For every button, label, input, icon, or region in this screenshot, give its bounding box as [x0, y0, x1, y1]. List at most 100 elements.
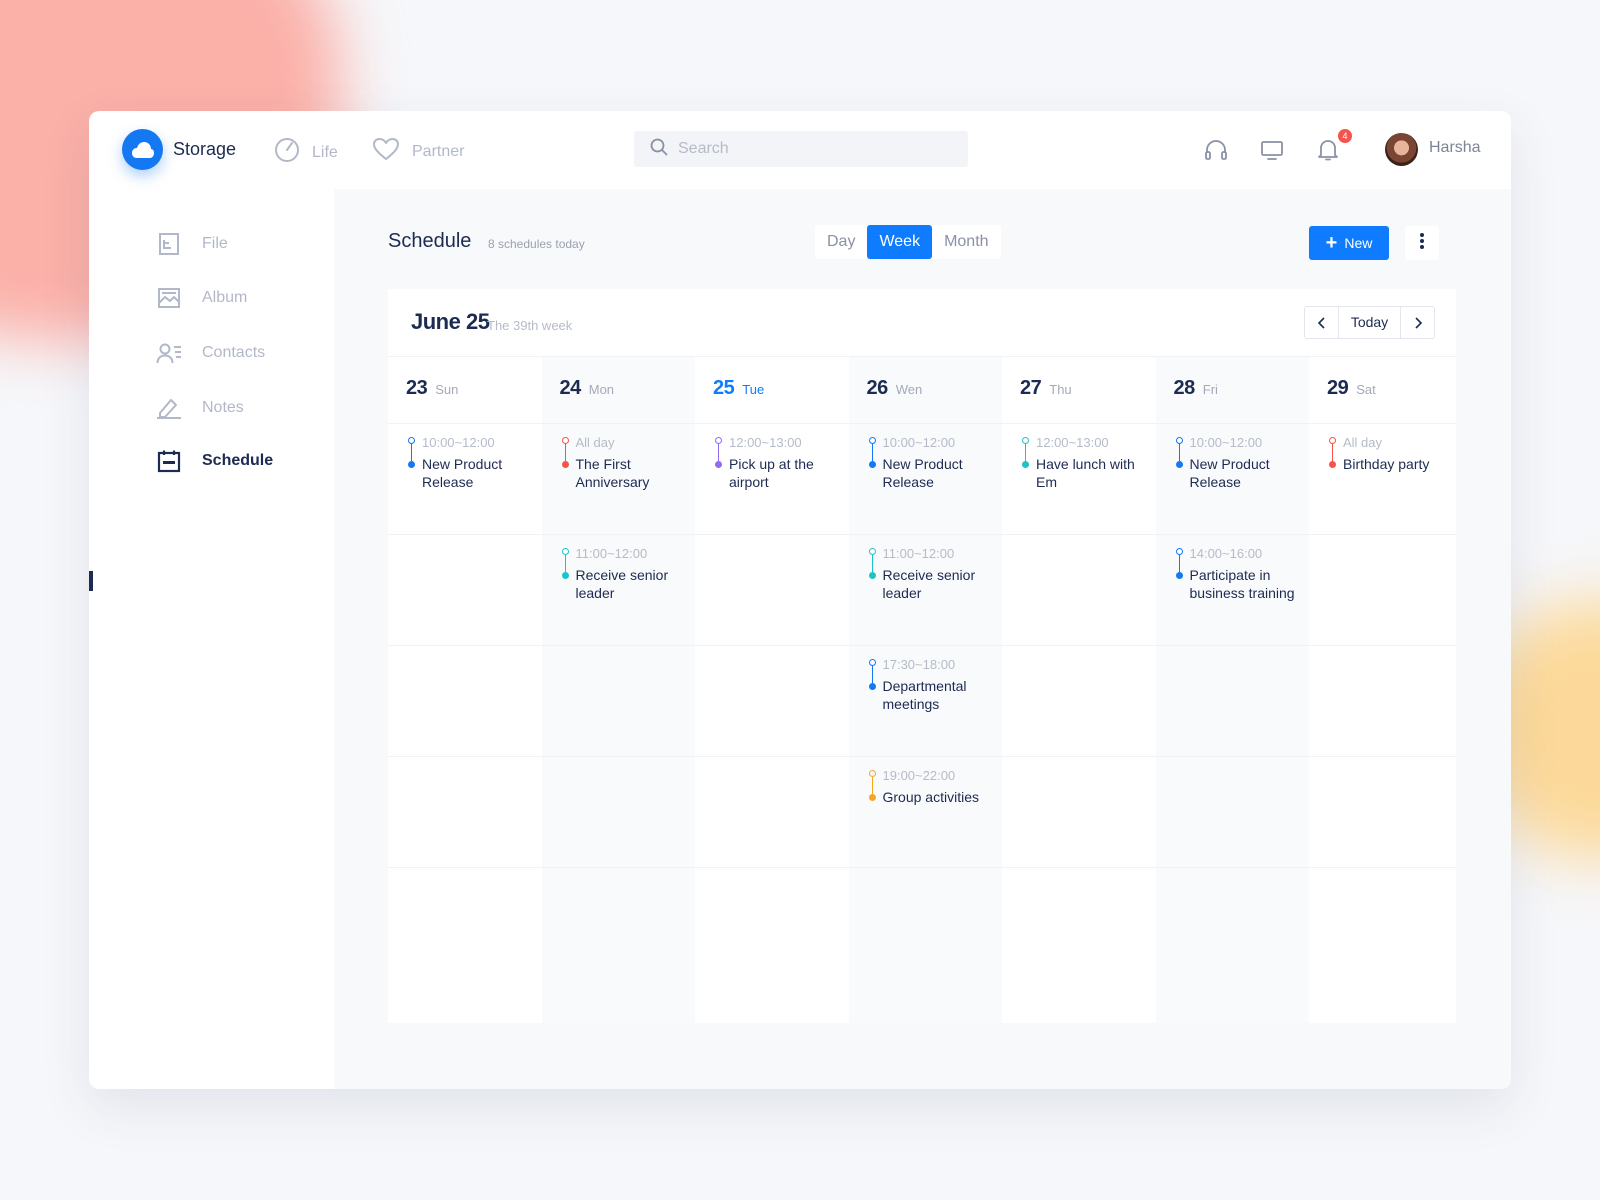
day-header: 24 Mon [560, 377, 615, 400]
event-title: Departmental meetings [882, 678, 967, 712]
chevron-right-icon [1414, 316, 1422, 329]
event-item[interactable]: 12:00~13:00 Pick up at the airport [715, 435, 835, 491]
view-switcher: Day Week Month [815, 225, 1001, 259]
more-vertical-icon [1419, 232, 1425, 255]
event-item[interactable]: 11:00~12:00 Receive senior leader [868, 546, 989, 602]
event-item[interactable]: 10:00~12:00 New Product Release [868, 435, 989, 491]
event-time: 14:00~16:00 [1189, 546, 1263, 561]
row-divider [388, 534, 1456, 535]
event-title: New Product Release [422, 456, 503, 490]
day-number: 27 [1020, 377, 1042, 399]
heart-icon [372, 137, 400, 166]
monitor-icon[interactable] [1259, 137, 1285, 163]
row-divider [388, 645, 1456, 646]
event-item[interactable]: 10:00~12:00 New Product Release [1175, 435, 1296, 491]
day-name: Fri [1202, 382, 1218, 397]
event-item[interactable]: 10:00~12:00 New Product Release [408, 435, 528, 491]
day-name: Thu [1049, 382, 1072, 397]
today-button[interactable]: Today [1338, 307, 1401, 338]
day-header: 27 Thu [1020, 377, 1072, 400]
contacts-icon [156, 340, 182, 366]
event-marker [561, 548, 569, 580]
notification-badge: 4 [1338, 129, 1352, 143]
event-time: All day [575, 435, 615, 450]
event-item[interactable]: All day Birthday party [1329, 435, 1449, 473]
tab-month[interactable]: Month [932, 225, 1000, 259]
event-title: Pick up at the airport [729, 456, 814, 490]
day-header: 28 Fri [1174, 377, 1218, 400]
sidebar-item-notes[interactable]: Notes [156, 393, 244, 423]
nav-partner-label: Partner [412, 142, 465, 160]
headset-icon[interactable] [1203, 137, 1229, 163]
event-time: 11:00~12:00 [575, 546, 648, 561]
event-title: The First Anniversary [575, 456, 650, 490]
file-icon [156, 231, 182, 257]
new-button[interactable]: + New [1309, 226, 1389, 260]
tab-day[interactable]: Day [815, 225, 867, 259]
avatar[interactable] [1385, 133, 1418, 166]
event-item[interactable]: All day The First Anniversary [561, 435, 682, 491]
event-time: 10:00~12:00 [882, 435, 956, 450]
top-bar: Storage Life Partner Search 4 Harsha [89, 111, 1511, 189]
schedule-count: 8 schedules today [488, 237, 585, 251]
day-name: Mon [588, 382, 615, 397]
event-title: New Product Release [882, 456, 963, 490]
event-marker [1175, 437, 1183, 469]
prev-week-button[interactable] [1305, 307, 1338, 338]
day-header: 29 Sat [1327, 377, 1376, 400]
sidebar-item-label: Schedule [202, 452, 274, 469]
sidebar-active-indicator [89, 571, 93, 591]
event-item[interactable]: 19:00~22:00 Group activities [868, 768, 989, 806]
cloud-icon [122, 129, 163, 170]
event-marker [561, 437, 569, 469]
event-time: 12:00~13:00 [729, 435, 802, 450]
event-item[interactable]: 17:30~18:00 Departmental meetings [868, 657, 989, 713]
event-marker [868, 437, 876, 469]
sidebar-item-label: File [202, 235, 228, 252]
app-window: Storage Life Partner Search 4 Harsha Fil… [89, 111, 1511, 1089]
week-calendar: June 25 The 39th week Today 23 Sun 24 Mon 25… [388, 289, 1456, 1023]
sidebar-item-album[interactable]: Album [156, 283, 247, 313]
event-marker [1022, 437, 1029, 469]
user-name[interactable]: Harsha [1429, 139, 1481, 157]
event-title: New Product Release [1189, 456, 1270, 490]
search-input[interactable]: Search [634, 131, 968, 167]
event-item[interactable]: 11:00~12:00 Receive senior leader [561, 546, 682, 602]
event-time: 19:00~22:00 [882, 768, 956, 783]
event-item[interactable]: 14:00~16:00 Participate in business train… [1175, 546, 1296, 602]
row-divider [388, 423, 1456, 424]
nav-life-label: Life [312, 143, 338, 161]
week-number: The 39th week [487, 318, 573, 333]
day-number: 28 [1173, 377, 1196, 399]
event-item[interactable]: 12:00~13:00 Have lunch with Em [1022, 435, 1142, 491]
row-divider [388, 867, 1456, 868]
row-divider [388, 756, 1456, 757]
next-week-button[interactable] [1401, 307, 1434, 338]
day-number: 24 [559, 377, 582, 399]
main-content: Schedule 8 schedules today Day Week Mont… [334, 189, 1511, 1089]
event-title: Receive senior leader [882, 567, 976, 601]
new-button-label: New [1344, 235, 1373, 251]
event-time: 11:00~12:00 [882, 546, 955, 561]
search-placeholder: Search [678, 140, 729, 157]
event-title: Receive senior leader [575, 567, 669, 601]
event-marker [1329, 437, 1336, 469]
calendar-header: June 25 The 39th week Today [388, 289, 1456, 357]
day-number: 23 [406, 377, 428, 399]
tab-week[interactable]: Week [867, 225, 933, 259]
event-title: Have lunch with Em [1036, 456, 1135, 490]
nav-life[interactable]: Life [274, 137, 338, 168]
sidebar-item-schedule[interactable]: Schedule [156, 446, 273, 476]
bell-icon[interactable] [1315, 137, 1341, 163]
event-marker [868, 548, 876, 580]
sidebar-item-label: Album [202, 289, 248, 306]
chevron-left-icon [1317, 316, 1325, 329]
day-header: 26 Wen [867, 377, 923, 400]
brand[interactable]: Storage [122, 129, 236, 170]
nav-partner[interactable]: Partner [372, 137, 464, 166]
event-marker [1175, 548, 1183, 580]
sidebar-item-contacts[interactable]: Contacts [156, 338, 265, 368]
sidebar-item-file[interactable]: File [156, 229, 228, 259]
event-title: Group activities [882, 789, 979, 805]
more-options-button[interactable] [1405, 226, 1439, 260]
